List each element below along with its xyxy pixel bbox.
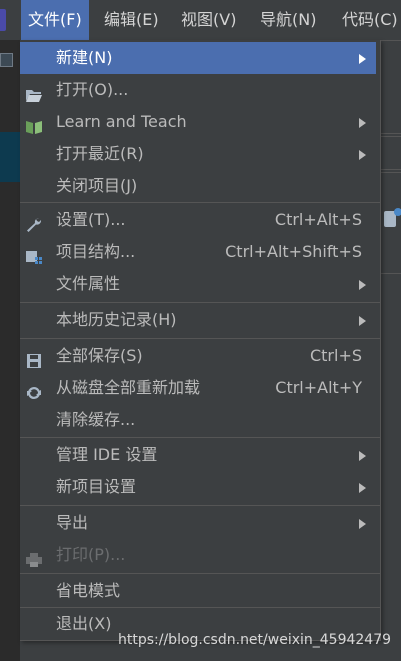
menu-file[interactable]: 文件(F) bbox=[21, 0, 89, 40]
menu-item-invalidate-caches[interactable]: 清除缓存... bbox=[20, 404, 376, 436]
menu-bar: 文件(F) 编辑(E) 视图(V) 导航(N) 代码(C) bbox=[0, 0, 401, 40]
menu-separator bbox=[20, 437, 380, 438]
menu-item-power-save-mode[interactable]: 省电模式 bbox=[20, 575, 376, 607]
submenu-arrow-icon bbox=[359, 54, 366, 64]
folder-open-icon bbox=[25, 82, 43, 102]
menu-separator bbox=[20, 338, 380, 339]
menu-item-settings[interactable]: 设置(T)... Ctrl+Alt+S bbox=[20, 204, 376, 236]
watermark-url: https://blog.csdn.net/weixin_45942479 bbox=[118, 632, 392, 648]
submenu-arrow-icon bbox=[359, 519, 366, 529]
wrench-icon bbox=[25, 212, 43, 232]
submenu-arrow-icon bbox=[359, 150, 366, 160]
menu-item-file-properties[interactable]: 文件属性 bbox=[20, 268, 376, 300]
menu-separator bbox=[20, 202, 380, 203]
menu-item-close-project[interactable]: 关闭项目(J) bbox=[20, 170, 376, 202]
menu-item-export[interactable]: 导出 bbox=[20, 507, 376, 539]
submenu-arrow-icon bbox=[359, 280, 366, 290]
menu-item-print: 打印(P)... bbox=[20, 539, 376, 571]
selected-tree-row bbox=[0, 132, 20, 182]
menu-separator bbox=[20, 505, 380, 506]
app-icon bbox=[0, 9, 6, 31]
menu-item-project-structure[interactable]: 项目结构... Ctrl+Alt+Shift+S bbox=[20, 236, 376, 268]
menu-item-manage-ide-settings[interactable]: 管理 IDE 设置 bbox=[20, 439, 376, 471]
menu-item-open-recent[interactable]: 打开最近(R) bbox=[20, 138, 376, 170]
menu-item-new[interactable]: 新建(N) bbox=[20, 42, 376, 74]
menu-edit[interactable]: 编辑(E) bbox=[97, 0, 166, 40]
menu-item-learn-and-teach[interactable]: Learn and Teach bbox=[20, 106, 376, 138]
project-structure-icon bbox=[25, 244, 43, 264]
menu-item-local-history[interactable]: 本地历史记录(H) bbox=[20, 304, 376, 336]
shortcut-label: Ctrl+Alt+S bbox=[274, 210, 362, 229]
menu-item-new-project-settings[interactable]: 新项目设置 bbox=[20, 471, 376, 503]
submenu-arrow-icon bbox=[359, 483, 366, 493]
book-icon bbox=[25, 114, 43, 134]
menu-navigate[interactable]: 导航(N) bbox=[253, 0, 323, 40]
menu-separator bbox=[20, 302, 380, 303]
menu-item-open[interactable]: 打开(O)... bbox=[20, 74, 376, 106]
toolbar-square-icon bbox=[0, 53, 13, 67]
file-menu: 新建(N) 打开(O)... Learn and Teach 打开最近(R) 关… bbox=[20, 40, 381, 641]
reload-icon bbox=[25, 380, 43, 400]
submenu-arrow-icon bbox=[359, 316, 366, 326]
submenu-arrow-icon bbox=[359, 118, 366, 128]
shortcut-label: Ctrl+Alt+Y bbox=[275, 378, 362, 397]
shortcut-label: Ctrl+S bbox=[309, 346, 362, 365]
menu-view[interactable]: 视图(V) bbox=[174, 0, 243, 40]
print-icon bbox=[25, 547, 43, 567]
notification-icon bbox=[384, 208, 401, 227]
shortcut-label: Ctrl+Alt+Shift+S bbox=[225, 242, 362, 261]
menu-item-save-all[interactable]: 全部保存(S) Ctrl+S bbox=[20, 340, 376, 372]
editor-left-strip bbox=[0, 40, 20, 661]
save-icon bbox=[25, 348, 43, 368]
submenu-arrow-icon bbox=[359, 451, 366, 461]
menu-item-reload-all[interactable]: 从磁盘全部重新加载 Ctrl+Alt+Y bbox=[20, 372, 376, 404]
menu-code[interactable]: 代码(C) bbox=[335, 0, 401, 40]
menu-separator bbox=[20, 573, 380, 574]
